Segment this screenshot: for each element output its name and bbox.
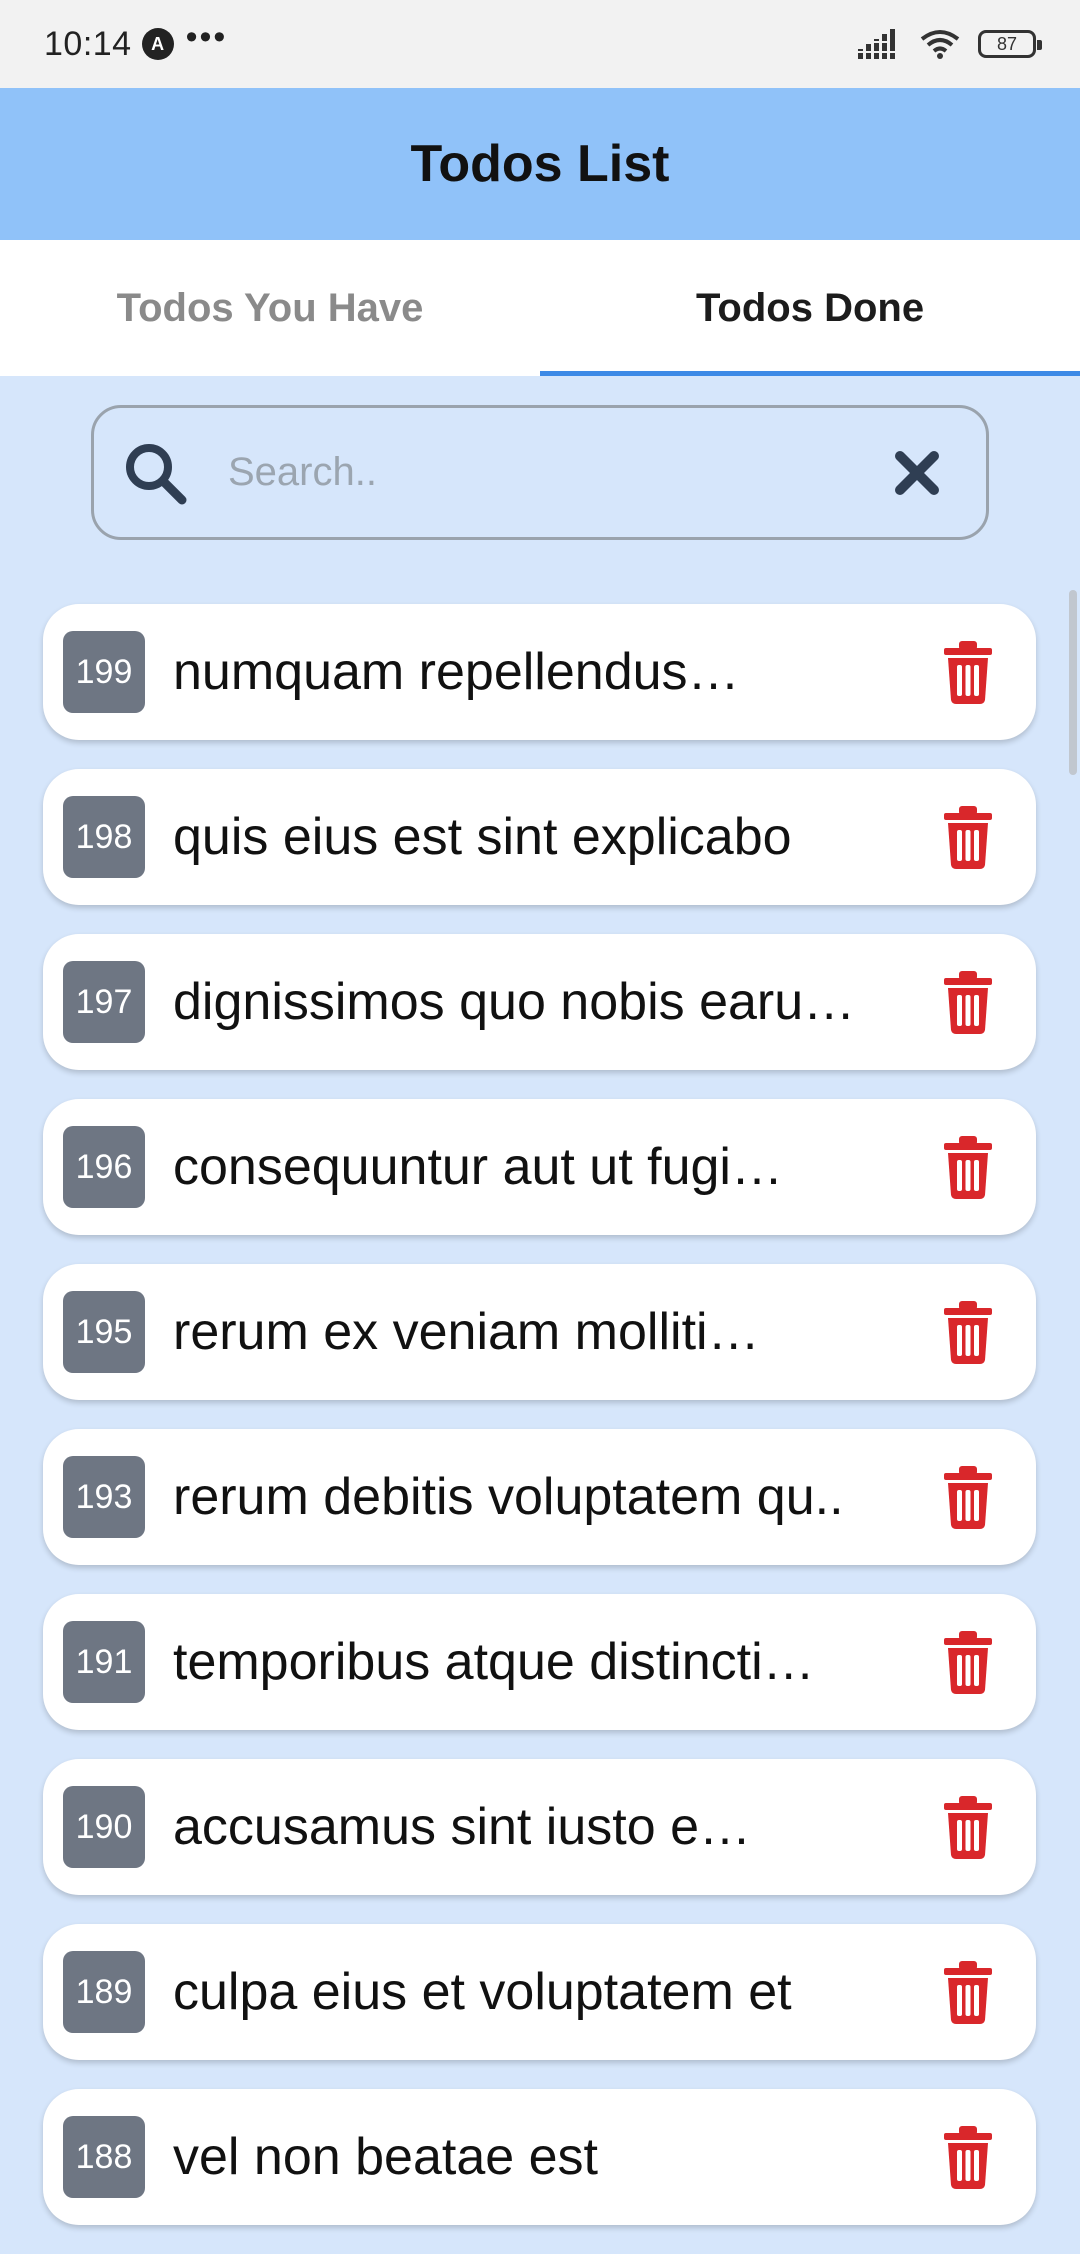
todo-title: accusamus sint iusto e… bbox=[173, 1798, 752, 1856]
status-icons: 87 bbox=[858, 29, 1042, 59]
trash-icon bbox=[944, 971, 992, 1034]
trash-icon bbox=[944, 1796, 992, 1859]
trash-icon bbox=[944, 1301, 992, 1364]
todo-id-badge: 193 bbox=[63, 1456, 145, 1538]
signal-icon bbox=[858, 29, 896, 59]
battery-icon: 87 bbox=[978, 30, 1042, 58]
delete-button[interactable] bbox=[938, 802, 998, 872]
todo-id-badge: 188 bbox=[63, 2116, 145, 2198]
app-header: Todos List bbox=[0, 88, 1080, 240]
delete-button[interactable] bbox=[938, 1627, 998, 1697]
todo-title: consequuntur aut ut fugi… bbox=[173, 1138, 783, 1196]
todo-id-badge: 198 bbox=[63, 796, 145, 878]
delete-button[interactable] bbox=[938, 1462, 998, 1532]
page-title: Todos List bbox=[410, 135, 670, 193]
todo-title: culpa eius et voluptatem et bbox=[173, 1963, 792, 2021]
todo-list: 199 numquam repellendus… 198 quis eius e… bbox=[43, 604, 1036, 2254]
trash-icon bbox=[944, 641, 992, 704]
trash-icon bbox=[944, 2126, 992, 2189]
delete-button[interactable] bbox=[938, 1957, 998, 2027]
status-time: 10:14 bbox=[44, 24, 132, 63]
tab-todos-you-have[interactable]: Todos You Have bbox=[0, 240, 540, 376]
list-item[interactable]: 199 numquam repellendus… bbox=[43, 604, 1036, 740]
delete-button[interactable] bbox=[938, 967, 998, 1037]
scrollbar[interactable] bbox=[1069, 590, 1077, 775]
notification-a-icon: A bbox=[141, 28, 174, 60]
wifi-icon bbox=[920, 30, 960, 59]
list-item[interactable]: 191 temporibus atque distincti… bbox=[43, 1594, 1036, 1730]
list-item[interactable]: 193 rerum debitis voluptatem qu.. bbox=[43, 1429, 1036, 1565]
todo-title: rerum debitis voluptatem qu.. bbox=[173, 1468, 844, 1526]
clear-search-icon[interactable] bbox=[894, 450, 940, 496]
tab-todos-done[interactable]: Todos Done bbox=[540, 240, 1080, 376]
delete-button[interactable] bbox=[938, 1792, 998, 1862]
delete-button[interactable] bbox=[938, 2122, 998, 2192]
trash-icon bbox=[944, 1961, 992, 2024]
tab-bar: Todos You Have Todos Done bbox=[0, 240, 1080, 376]
todo-id-badge: 195 bbox=[63, 1291, 145, 1373]
list-item[interactable]: 190 accusamus sint iusto e… bbox=[43, 1759, 1036, 1895]
todo-id-badge: 199 bbox=[63, 631, 145, 713]
delete-button[interactable] bbox=[938, 1132, 998, 1202]
list-item[interactable]: 189 culpa eius et voluptatem et bbox=[43, 1924, 1036, 2060]
list-item[interactable]: 188 vel non beatae est bbox=[43, 2089, 1036, 2225]
more-notifications-icon: ••• bbox=[185, 17, 228, 56]
search-input[interactable] bbox=[226, 449, 894, 496]
todo-title: rerum ex veniam molliti… bbox=[173, 1303, 760, 1361]
trash-icon bbox=[944, 806, 992, 869]
list-item[interactable]: 197 dignissimos quo nobis earu… bbox=[43, 934, 1036, 1070]
todo-title: quis eius est sint explicabo bbox=[173, 808, 792, 866]
todo-title: vel non beatae est bbox=[173, 2128, 598, 2186]
trash-icon bbox=[944, 1136, 992, 1199]
delete-button[interactable] bbox=[938, 1297, 998, 1367]
delete-button[interactable] bbox=[938, 637, 998, 707]
trash-icon bbox=[944, 1631, 992, 1694]
todo-id-badge: 196 bbox=[63, 1126, 145, 1208]
todo-id-badge: 190 bbox=[63, 1786, 145, 1868]
battery-level: 87 bbox=[996, 33, 1018, 54]
todo-title: dignissimos quo nobis earu… bbox=[173, 973, 856, 1031]
todo-id-badge: 191 bbox=[63, 1621, 145, 1703]
todo-id-badge: 197 bbox=[63, 961, 145, 1043]
trash-icon bbox=[944, 1466, 992, 1529]
todo-title: temporibus atque distincti… bbox=[173, 1633, 815, 1691]
list-item[interactable]: 196 consequuntur aut ut fugi… bbox=[43, 1099, 1036, 1235]
list-item[interactable]: 198 quis eius est sint explicabo bbox=[43, 769, 1036, 905]
search-bar bbox=[91, 405, 989, 540]
list-item[interactable]: 195 rerum ex veniam molliti… bbox=[43, 1264, 1036, 1400]
todo-id-badge: 189 bbox=[63, 1951, 145, 2033]
search-icon bbox=[126, 443, 187, 504]
status-bar: 10:14 A ••• 87 bbox=[0, 0, 1080, 88]
todo-title: numquam repellendus… bbox=[173, 643, 740, 701]
